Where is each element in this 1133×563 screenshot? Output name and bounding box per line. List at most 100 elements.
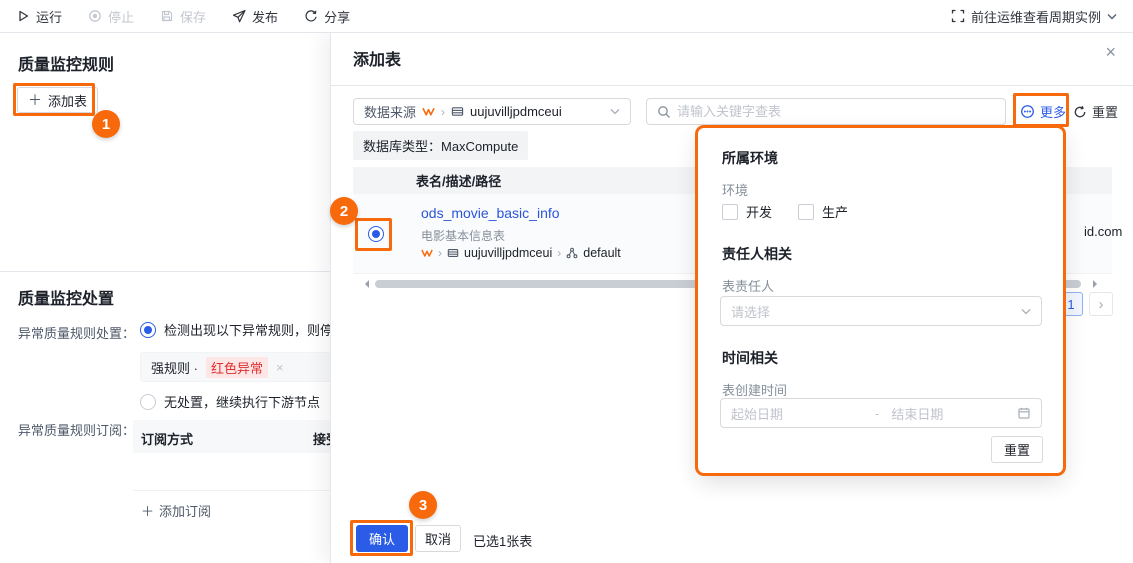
datasource-value: uujuvilljpdmceui [470, 104, 562, 119]
refresh-icon [1073, 105, 1087, 119]
checkbox-dev-label: 开发 [746, 205, 773, 220]
datasource-select[interactable]: 数据来源 › uujuvilljpdmceui [353, 98, 631, 125]
add-subscription-label: 添加订阅 [159, 504, 212, 519]
share-button[interactable]: 分享 [304, 7, 350, 26]
section-divider [0, 271, 330, 272]
close-icon[interactable]: × [1105, 43, 1116, 61]
save-button[interactable]: 保存 [160, 7, 206, 26]
env-section-title: 所属环境 [722, 150, 778, 166]
rule-chip-box[interactable]: 强规则 · 红色异常 × [140, 352, 330, 382]
schema-icon [566, 247, 578, 259]
publish-button[interactable]: 发布 [232, 7, 278, 26]
disposal-option-stop[interactable]: 检测出现以下异常规则，则停止调度 [140, 320, 330, 339]
pagination-next-button[interactable]: › [1089, 292, 1113, 316]
popup-reset-button[interactable]: 重置 [990, 436, 1043, 463]
plus-icon: ＋ [141, 504, 155, 519]
chip-remove-icon[interactable]: × [276, 360, 284, 375]
chevron-down-icon [1107, 13, 1117, 20]
table-description: 电影基本信息表 [421, 229, 506, 243]
option-none-label: 无处置，继续执行下游节点 [164, 395, 321, 410]
more-icon [1020, 104, 1035, 119]
time-section-title: 时间相关 [722, 350, 778, 366]
reset-top-label: 重置 [1092, 105, 1119, 120]
db-type-badge: 数据库类型：MaxCompute [353, 131, 529, 160]
red-anomaly-chip: 红色异常 [205, 356, 268, 378]
owner-section-title: 责任人相关 [722, 246, 792, 262]
table-name-link[interactable]: ods_movie_basic_info [421, 205, 560, 221]
selected-count-text: 已选1张表 [473, 534, 533, 549]
publish-label: 发布 [252, 9, 279, 25]
stop-label: 停止 [108, 9, 135, 25]
created-date-range-input[interactable]: 起始日期 - 结束日期 [720, 398, 1042, 428]
share-icon [304, 9, 318, 23]
owner-select-placeholder: 请选择 [731, 304, 771, 320]
table-path: › uujuvilljpdmceui › default [421, 246, 621, 260]
search-icon [657, 105, 671, 119]
scroll-right-arrow[interactable] [1093, 280, 1101, 288]
calendar-icon [1017, 406, 1031, 420]
rules-title: 质量监控规则 [18, 57, 115, 74]
more-filters-button[interactable]: 更多 [1020, 102, 1066, 121]
checkbox-prod-label: 生产 [822, 205, 849, 220]
annotation-badge-3: 3 [409, 491, 437, 519]
datasource-label: 数据来源 [364, 105, 417, 120]
save-icon [160, 9, 174, 23]
workspace-icon [422, 105, 435, 118]
start-date-placeholder: 起始日期 [731, 406, 784, 422]
radio-stop-scheduling[interactable] [140, 321, 156, 338]
more-filters-popup: 所属环境 环境 开发 生产 责任人相关 表责任人 请选择 时间相关 表创建时间 … [698, 128, 1063, 473]
run-icon [16, 9, 30, 23]
screen: 运行 停止 保存 发布 分享 前往运维查看周期实例 质量监控规则 ＋ 添加表 质… [0, 0, 1133, 563]
publish-icon [232, 9, 246, 23]
refresh-reset-button[interactable]: 重置 [1073, 102, 1118, 121]
share-label: 分享 [324, 9, 351, 25]
breadcrumb-separator: › [438, 246, 442, 260]
owner-text-fragment: id.com [1084, 224, 1123, 239]
path-project: uujuvilljpdmceui [464, 246, 553, 260]
database-icon [451, 105, 464, 118]
subscription-table: 订阅方式 接受人 ＋ 添加订阅 [133, 420, 330, 530]
row-radio[interactable] [368, 226, 384, 242]
dialog-title: 添加表 [353, 52, 402, 69]
search-input[interactable] [677, 104, 995, 119]
stop-button[interactable]: 停止 [88, 7, 134, 26]
annotation-badge-2: 2 [330, 197, 358, 225]
checkbox-dev[interactable] [722, 203, 738, 220]
table-header-label: 表名/描述/路径 [416, 174, 502, 189]
subscription-empty-row [133, 453, 330, 491]
env-checkbox-group: 开发 生产 [722, 202, 848, 221]
disposal-label: 异常质量规则处置： [18, 326, 136, 341]
scroll-left-arrow[interactable] [361, 280, 369, 288]
chip-prefix: 强规则 · [151, 360, 198, 376]
cancel-button[interactable]: 取消 [415, 525, 461, 552]
database-icon [447, 247, 459, 259]
confirm-button[interactable]: 确认 [356, 525, 408, 552]
dialog-header-divider [331, 85, 1133, 86]
chevron-down-icon [610, 108, 620, 115]
sub-col-method: 订阅方式 [141, 432, 194, 447]
add-table-dialog: 添加表 × 数据来源 › uujuvilljpdmceui 更多 重置 数据库类… [330, 33, 1133, 563]
breadcrumb-separator: › [557, 246, 562, 260]
stop-icon [88, 9, 102, 23]
path-schema: default [583, 246, 621, 260]
subscribe-label: 异常质量规则订阅： [18, 423, 136, 438]
disposal-option-none[interactable]: 无处置，继续执行下游节点 [140, 392, 320, 411]
run-label: 运行 [36, 9, 63, 25]
table-search-box [646, 98, 1006, 125]
add-table-button[interactable]: ＋ 添加表 [17, 87, 99, 113]
radio-no-disposal[interactable] [140, 393, 156, 410]
subscription-table-header: 订阅方式 接受人 [133, 420, 330, 453]
goto-ops-link[interactable]: 前往运维查看周期实例 [951, 7, 1117, 26]
run-button[interactable]: 运行 [16, 7, 62, 26]
add-table-label: 添加表 [48, 93, 88, 109]
quality-rules-panel: 质量监控规则 ＋ 添加表 质量监控处置 异常质量规则处置： 检测出现以下异常规则… [0, 33, 330, 563]
option-stop-label: 检测出现以下异常规则，则停止调度 [164, 323, 330, 338]
save-label: 保存 [180, 9, 207, 25]
table-created-label: 表创建时间 [722, 383, 788, 398]
annotation-badge-1: 1 [92, 110, 120, 138]
sub-col-receiver: 接受人 [313, 432, 330, 447]
add-subscription-link[interactable]: ＋ 添加订阅 [141, 501, 211, 520]
top-toolbar: 运行 停止 保存 发布 分享 前往运维查看周期实例 [0, 0, 1133, 33]
owner-select[interactable]: 请选择 [720, 296, 1042, 326]
checkbox-prod[interactable] [798, 203, 815, 220]
